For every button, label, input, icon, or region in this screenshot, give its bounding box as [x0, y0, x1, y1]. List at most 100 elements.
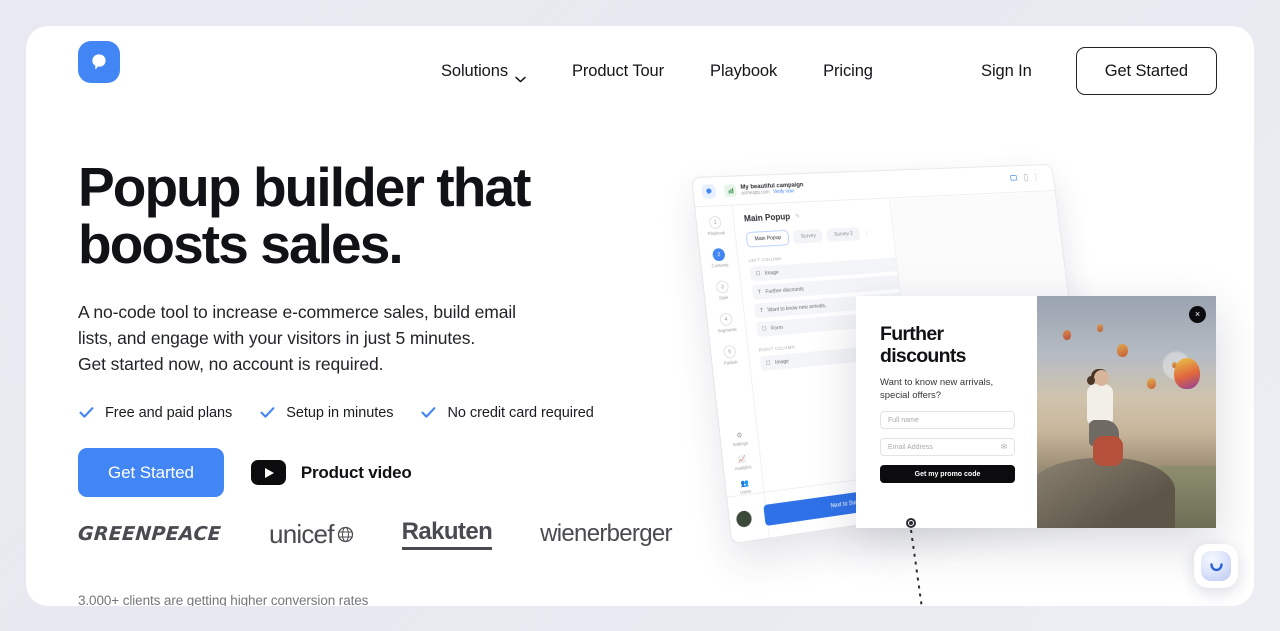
editor-step[interactable]: 3 Style — [715, 280, 730, 301]
popup-subtitle: Want to know new arrivals, special offer… — [880, 377, 994, 401]
tab-survey[interactable]: Survey — [792, 228, 824, 244]
hot-air-balloon — [1174, 358, 1200, 389]
nav-item-solutions[interactable]: Solutions — [418, 61, 549, 82]
hero-subheading: A no-code tool to increase e-commerce sa… — [78, 302, 516, 374]
connector-dot — [906, 518, 916, 528]
text-icon: T — [757, 289, 762, 296]
content-block-label: Form — [770, 324, 784, 332]
feature-item: No credit card required — [420, 404, 594, 421]
hero-copy: Popup builder that boosts sales. A no-co… — [78, 159, 698, 497]
popup-fullname-input[interactable]: Full name — [880, 411, 1015, 429]
gear-icon: ⚙ — [736, 432, 743, 440]
form-icon: ☐ — [761, 325, 767, 333]
tab-survey-2[interactable]: Survey 2 — [826, 226, 861, 242]
nav-item-pricing[interactable]: Pricing — [800, 62, 896, 81]
hero-card: Solutions Product Tour Playbook Pricing … — [26, 26, 1254, 606]
editor-step[interactable]: 4 Segments — [716, 312, 737, 333]
editor-settings-label: Settings — [732, 440, 749, 448]
close-icon[interactable]: × — [1189, 306, 1206, 323]
editor-logo-icon — [701, 183, 717, 200]
editor-step-number: 3 — [715, 280, 730, 294]
client-logo-unicef: unicef — [269, 519, 354, 550]
more-options-icon[interactable] — [1034, 173, 1038, 183]
popup-title: Further discounts — [880, 323, 966, 367]
popupsmart-logo[interactable] — [78, 41, 120, 83]
client-logo-unicef-label: unicef — [269, 518, 334, 549]
edit-icon[interactable]: ✎ — [795, 213, 800, 219]
play-icon — [250, 460, 286, 485]
content-block-label: Want to know new arrivals, — [767, 302, 827, 314]
editor-step[interactable]: 5 Publish — [722, 344, 738, 366]
editor-step-label: Style — [718, 294, 729, 301]
check-icon — [78, 404, 95, 421]
avatar[interactable] — [735, 509, 753, 528]
editor-step-number: 2 — [712, 247, 726, 262]
editor-campaign-info: My beautiful campaign acmeapp.com Verify… — [723, 182, 805, 198]
feature-label: No credit card required — [447, 404, 594, 421]
hot-air-balloon — [1147, 378, 1156, 389]
nav-item-playbook[interactable]: Playbook — [687, 62, 800, 81]
connector-line — [910, 529, 931, 606]
feature-label: Free and paid plans — [105, 404, 233, 421]
content-block-label: Further discounts — [765, 286, 805, 295]
get-started-nav-button[interactable]: Get Started — [1075, 47, 1217, 95]
tab-more-icon[interactable]: ⋮ — [864, 230, 870, 237]
check-icon — [259, 404, 276, 421]
client-logo-greenpeace: GREENPEACE — [77, 523, 222, 545]
editor-campaign-domain: acmeapp.com — [740, 189, 771, 197]
editor-popup-title: Main Popup — [743, 211, 791, 224]
nav-item-product-tour[interactable]: Product Tour — [549, 62, 687, 81]
hot-air-balloon — [1097, 324, 1103, 332]
editor-step-number: 5 — [722, 344, 737, 359]
editor-step-label: Playbook — [707, 230, 726, 237]
content-block-label: Image — [774, 358, 790, 366]
editor-rail-bottom: ⚙ Settings 📈 Analytics 👥 Users — [720, 429, 764, 496]
tab-main-popup[interactable]: Main Popup — [745, 229, 791, 248]
text-icon: T — [759, 307, 764, 314]
editor-step-label: Contents — [711, 262, 729, 269]
editor-users[interactable]: 👥 Users — [739, 479, 752, 495]
content-block-label: Image — [764, 269, 780, 277]
editor-step[interactable]: 2 Contents — [710, 247, 729, 269]
popup-fullname-placeholder: Full name — [888, 416, 919, 424]
feature-item: Free and paid plans — [78, 404, 232, 421]
nav-item-product-tour-label: Product Tour — [571, 61, 665, 80]
sign-in-link[interactable]: Sign In — [981, 62, 1032, 81]
check-icon — [420, 404, 437, 421]
nav-actions: Sign In Get Started — [981, 26, 1217, 116]
clients-note: 3.000+ clients are getting higher conver… — [78, 593, 369, 606]
mobile-view-icon[interactable] — [1023, 174, 1030, 184]
chevron-down-icon — [515, 69, 526, 82]
envelope-icon: ✉ — [1001, 444, 1007, 451]
editor-step[interactable]: 1 Playbook — [706, 215, 726, 237]
desktop-view-icon[interactable] — [1010, 174, 1018, 184]
analytics-icon: 📈 — [737, 455, 747, 464]
editor-step-number: 4 — [719, 312, 733, 327]
image-icon: ☐ — [765, 359, 771, 367]
hot-air-balloon — [1063, 330, 1071, 340]
product-video-label: Product video — [300, 462, 412, 482]
popup-form-side: Further discounts Want to know new arriv… — [856, 296, 1037, 528]
nav-links: Solutions Product Tour Playbook Pricing — [418, 26, 896, 116]
editor-step-label: Segments — [717, 326, 737, 334]
campaign-icon — [723, 184, 737, 198]
chat-smile-icon — [1201, 551, 1231, 581]
client-logo-rakuten: Rakuten — [401, 518, 493, 550]
nav-item-pricing-label: Pricing — [823, 61, 873, 80]
editor-analytics-label: Analytics — [734, 464, 752, 472]
editor-verify-link[interactable]: Verify now — [773, 189, 794, 196]
nav-item-playbook-label: Playbook — [710, 61, 778, 80]
hot-air-balloon — [1117, 344, 1128, 357]
client-logo-wienerberger: wienerberger — [540, 520, 672, 547]
popup-preview: Further discounts Want to know new arriv… — [856, 296, 1216, 528]
editor-analytics[interactable]: 📈 Analytics — [733, 454, 752, 472]
nav-item-solutions-label: Solutions — [441, 61, 508, 80]
popup-submit-button[interactable]: Get my promo code — [880, 465, 1015, 483]
feature-item: Setup in minutes — [259, 404, 394, 421]
chat-widget-button[interactable] — [1194, 544, 1238, 588]
hero-visual: My beautiful campaign acmeapp.com Verify… — [666, 126, 1254, 606]
editor-settings[interactable]: ⚙ Settings — [731, 431, 749, 448]
get-started-button[interactable]: Get Started — [78, 448, 224, 497]
popup-email-input[interactable]: Email Address ✉ — [880, 438, 1015, 456]
product-video-link[interactable]: Product video — [250, 460, 412, 485]
